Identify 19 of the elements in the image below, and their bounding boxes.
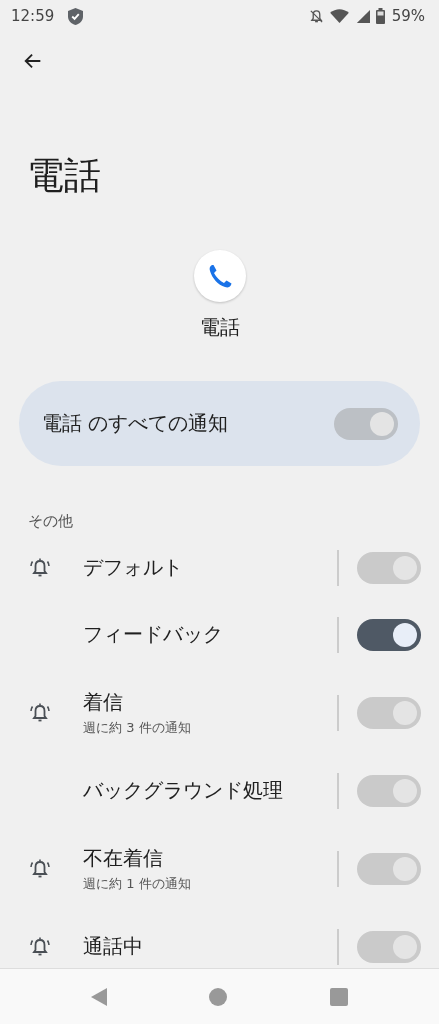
section-header: その他 (28, 512, 74, 532)
wifi-icon (329, 8, 349, 24)
shield-icon (68, 7, 84, 25)
back-nav-icon[interactable] (91, 987, 108, 1006)
channel-summary: 週に約 3 件の通知 (83, 718, 192, 737)
home-nav-icon[interactable] (209, 987, 228, 1006)
battery-icon (375, 8, 385, 24)
channel-summary: 週に約 1 件の通知 (83, 874, 192, 893)
phone-app-icon (193, 250, 246, 303)
channel-name[interactable]: フィードバック (83, 621, 337, 649)
recents-nav-icon[interactable] (329, 987, 348, 1006)
status-time: 12:59 (11, 7, 55, 25)
signal-icon (354, 8, 370, 24)
bell-off-icon (308, 8, 324, 24)
all-notifications-label: 電話 のすべての通知 (42, 410, 229, 438)
page-title: 電話 (27, 154, 102, 199)
app-name: 電話 (199, 314, 240, 342)
battery-percent: 59% (391, 7, 425, 25)
toggle-switch[interactable] (357, 618, 421, 651)
